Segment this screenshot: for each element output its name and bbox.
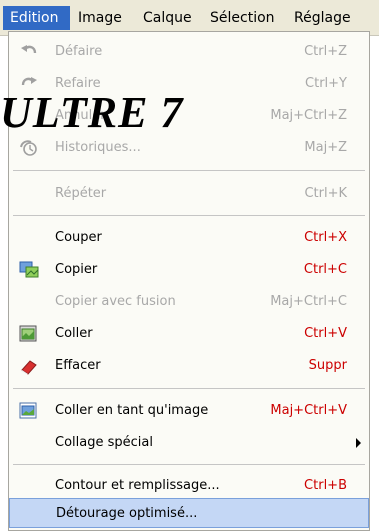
menu-selection[interactable]: Sélection [203,6,287,30]
history-icon [20,140,37,156]
history-label: Historiques... [55,140,141,155]
history-shortcut: Maj+Z [304,140,347,155]
menu-item-cut[interactable]: Couper Ctrl+X [9,222,369,254]
menu-image[interactable]: Image [71,6,136,30]
menu-reglage[interactable]: Réglage [287,6,379,30]
paste-as-image-label: Coller en tant qu'image [55,403,209,418]
cut-shortcut: Ctrl+X [304,230,347,245]
undo-icon [21,45,37,54]
eraser-icon [21,360,37,375]
paste-shortcut: Ctrl+V [304,326,347,341]
paste-special-label: Collage spécial [55,435,153,450]
menu-calque[interactable]: Calque [136,6,203,30]
menu-item-paste-special[interactable]: Collage spécial [9,427,369,459]
overlay-heading: ULTRE 7 [0,88,184,137]
copy-label: Copier [55,262,98,277]
separator [13,215,365,216]
smart-cutout-label: Détourage optimisé... [56,506,198,521]
copy-icon [19,261,39,278]
menu-item-repeat[interactable]: Répéter Ctrl+K [9,178,369,210]
menu-item-copy[interactable]: Copier Ctrl+C [9,254,369,286]
menu-item-erase[interactable]: Effacer Suppr [9,350,369,382]
menu-item-paste-as-image[interactable]: Coller en tant qu'image Maj+Ctrl+V [9,395,369,427]
erase-shortcut: Suppr [308,358,347,373]
stroke-fill-label: Contour et remplissage... [55,478,220,493]
paste-icon [19,325,37,342]
undo-label: Défaire [55,44,103,59]
repeat-label: Répéter [55,186,107,201]
separator [13,464,365,465]
separator [13,170,365,171]
copy-merged-shortcut: Maj+Ctrl+C [270,294,347,309]
undo-shortcut: Ctrl+Z [304,44,347,59]
paste-image-icon [19,402,37,419]
erase-label: Effacer [55,358,101,373]
cut-label: Couper [55,230,102,245]
menu-item-smart-cutout[interactable]: Détourage optimisé... [9,498,369,528]
menu-item-paste[interactable]: Coller Ctrl+V [9,318,369,350]
paste-label: Coller [55,326,93,341]
stroke-fill-shortcut: Ctrl+B [304,478,347,493]
submenu-arrow-icon [356,438,361,448]
repeat-shortcut: Ctrl+K [304,186,347,201]
menu-edition[interactable]: Edition [3,6,70,30]
cancel-shortcut: Maj+Ctrl+Z [270,108,347,123]
menu-item-undo[interactable]: Défaire Ctrl+Z [9,36,369,68]
paste-as-image-shortcut: Maj+Ctrl+V [270,403,347,418]
copy-shortcut: Ctrl+C [303,262,347,277]
menu-item-copy-merged[interactable]: Copier avec fusion Maj+Ctrl+C [9,286,369,318]
copy-merged-label: Copier avec fusion [55,294,176,309]
redo-shortcut: Ctrl+Y [305,76,347,91]
separator [13,388,365,389]
